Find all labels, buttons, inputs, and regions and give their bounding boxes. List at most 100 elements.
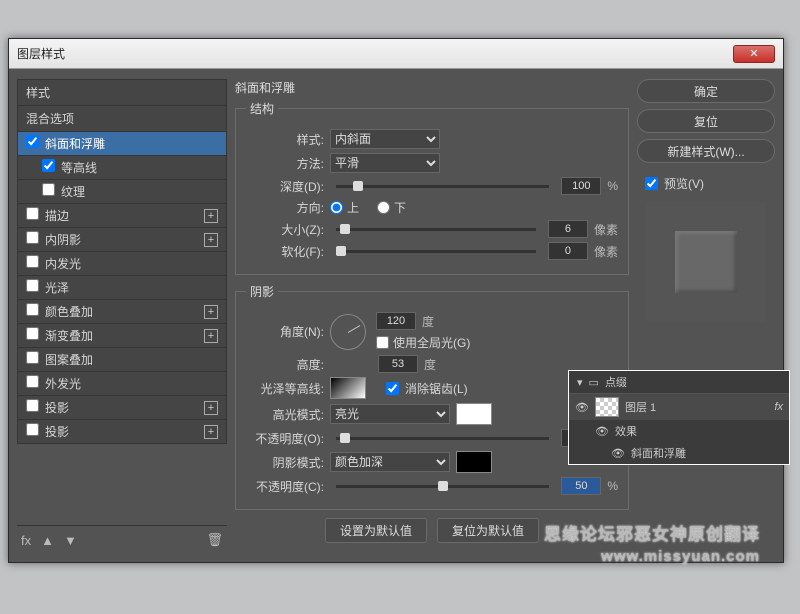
depth-slider[interactable] [336, 185, 549, 188]
style-item-label: 斜面和浮雕 [45, 137, 105, 151]
dir-down-radio[interactable] [377, 201, 390, 214]
style-item-7[interactable]: 颜色叠加 + [17, 300, 227, 324]
reset-default-button[interactable]: 复位为默认值 [437, 518, 539, 543]
structure-legend: 结构 [246, 100, 278, 117]
antialias-checkbox[interactable] [386, 382, 399, 395]
dir-up-radio[interactable] [330, 201, 343, 214]
highlight-opacity-slider[interactable] [336, 437, 549, 440]
style-item-label: 渐变叠加 [45, 329, 93, 343]
highlight-mode-select[interactable]: 亮光 [330, 404, 450, 424]
size-label: 大小(Z): [246, 221, 324, 238]
add-effect-icon[interactable]: + [204, 425, 218, 439]
ok-button[interactable]: 确定 [637, 79, 775, 103]
blend-options-row[interactable]: 混合选项 [17, 106, 227, 132]
style-item-0[interactable]: 斜面和浮雕 [17, 132, 227, 156]
soften-input[interactable]: 0 [548, 242, 588, 260]
layer-thumbnail [595, 397, 619, 417]
style-checkbox[interactable] [26, 423, 39, 436]
soften-label: 软化(F): [246, 243, 324, 260]
arrow-down-icon[interactable]: ▼ [64, 533, 77, 548]
style-checkbox[interactable] [26, 255, 39, 268]
style-item-label: 描边 [45, 209, 69, 223]
add-effect-icon[interactable]: + [204, 329, 218, 343]
cancel-button[interactable]: 复位 [637, 109, 775, 133]
trash-icon[interactable]: 🗑 [206, 532, 223, 548]
close-button[interactable]: ✕ [733, 45, 775, 63]
style-item-11[interactable]: 投影+ [17, 396, 227, 420]
size-input[interactable]: 6 [548, 220, 588, 238]
style-item-10[interactable]: 外发光 [17, 372, 227, 396]
add-effect-icon[interactable]: + [204, 401, 218, 415]
angle-input[interactable]: 120 [376, 312, 416, 330]
panel-title: 斜面和浮雕 [235, 79, 629, 96]
style-item-label: 内阴影 [45, 233, 81, 247]
style-item-label: 颜色叠加 [45, 305, 93, 319]
style-item-12[interactable]: 投影+ [17, 420, 227, 444]
gloss-contour-picker[interactable] [330, 377, 366, 399]
style-checkbox[interactable] [26, 135, 39, 148]
style-checkbox[interactable] [42, 159, 55, 172]
visibility-icon[interactable] [595, 425, 609, 438]
layer-row[interactable]: 图层 1 fx [569, 394, 789, 420]
preview-swatch [675, 231, 737, 293]
angle-label: 角度(N): [246, 323, 324, 340]
style-checkbox[interactable] [26, 375, 39, 388]
visibility-icon[interactable] [611, 447, 625, 460]
preview-box [646, 202, 766, 322]
effect-bevel-row[interactable]: 斜面和浮雕 [569, 442, 789, 464]
angle-control[interactable] [330, 314, 366, 350]
depth-input[interactable]: 100 [561, 177, 601, 195]
highlight-opacity-label: 不透明度(O): [246, 430, 324, 447]
style-item-label: 光泽 [45, 281, 69, 295]
size-unit: 像素 [594, 221, 618, 238]
new-style-button[interactable]: 新建样式(W)... [637, 139, 775, 163]
style-select[interactable]: 内斜面 [330, 129, 440, 149]
shading-legend: 阴影 [246, 283, 278, 300]
technique-select[interactable]: 平滑 [330, 153, 440, 173]
arrow-up-icon[interactable]: ▲ [41, 533, 54, 548]
preview-checkbox[interactable] [645, 177, 658, 190]
highlight-mode-label: 高光模式: [246, 406, 324, 423]
style-item-8[interactable]: 渐变叠加 + [17, 324, 227, 348]
shadow-opacity-slider[interactable] [336, 485, 549, 488]
add-effect-icon[interactable]: + [204, 233, 218, 247]
layer-style-dialog: 图层样式 ✕ 样式 混合选项 斜面和浮雕等高线纹理描边+内阴影+内发光光泽颜色叠… [8, 38, 784, 563]
soften-slider[interactable] [336, 250, 536, 253]
style-checkbox[interactable] [26, 207, 39, 220]
style-checkbox[interactable] [26, 279, 39, 292]
add-effect-icon[interactable]: + [204, 305, 218, 319]
layers-panel: ▾ ▭ 点缀 图层 1 fx 效果 斜面和浮雕 [568, 370, 790, 465]
style-checkbox[interactable] [42, 183, 55, 196]
chevron-down-icon: ▾ [577, 376, 583, 389]
style-checkbox[interactable] [26, 399, 39, 412]
fx-menu-icon[interactable]: fx [21, 533, 31, 548]
shadow-opacity-input[interactable]: 50 [561, 477, 601, 495]
window-title: 图层样式 [17, 45, 65, 62]
style-item-9[interactable]: 图案叠加 [17, 348, 227, 372]
style-checkbox[interactable] [26, 231, 39, 244]
style-item-6[interactable]: 光泽 [17, 276, 227, 300]
make-default-button[interactable]: 设置为默认值 [325, 518, 427, 543]
visibility-icon[interactable] [575, 401, 589, 414]
shadow-color-swatch[interactable] [456, 451, 492, 473]
layer-name: 图层 1 [625, 399, 656, 415]
altitude-input[interactable]: 53 [378, 355, 418, 373]
effect-name: 斜面和浮雕 [631, 445, 686, 461]
style-item-4[interactable]: 内阴影 + [17, 228, 227, 252]
style-checkbox[interactable] [26, 327, 39, 340]
add-effect-icon[interactable]: + [204, 209, 218, 223]
style-item-3[interactable]: 描边 + [17, 204, 227, 228]
shadow-mode-select[interactable]: 颜色加深 [330, 452, 450, 472]
style-item-1[interactable]: 等高线 [17, 156, 227, 180]
style-item-label: 内发光 [45, 257, 81, 271]
style-checkbox[interactable] [26, 303, 39, 316]
global-light-checkbox[interactable] [376, 336, 389, 349]
layers-panel-header[interactable]: ▾ ▭ 点缀 [569, 371, 789, 394]
style-item-2[interactable]: 纹理 [17, 180, 227, 204]
titlebar: 图层样式 ✕ [9, 39, 783, 69]
size-slider[interactable] [336, 228, 536, 231]
effects-row[interactable]: 效果 [569, 420, 789, 442]
style-checkbox[interactable] [26, 351, 39, 364]
highlight-color-swatch[interactable] [456, 403, 492, 425]
style-item-5[interactable]: 内发光 [17, 252, 227, 276]
